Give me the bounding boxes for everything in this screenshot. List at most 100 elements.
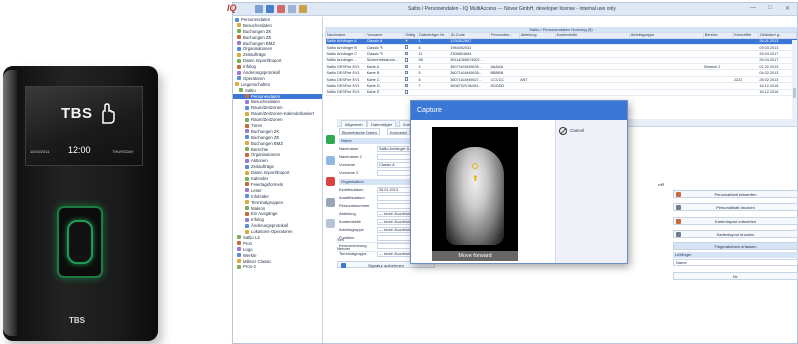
valid-checkbox[interactable]	[404, 90, 409, 94]
tree-item-icon	[245, 182, 249, 187]
table-icon[interactable]	[288, 5, 296, 13]
table-row[interactable]: Saltio DESFire EV1 Karte E 16.12.2016	[325, 89, 797, 97]
print-icon[interactable]	[326, 198, 335, 207]
close-button[interactable]: ✕	[785, 5, 790, 12]
valid-checkbox[interactable]	[404, 51, 409, 56]
tree-item-icon	[235, 17, 239, 22]
capture-message: Move forward	[432, 251, 518, 261]
tree-item-label: Infofelder	[251, 193, 269, 199]
edit-icon[interactable]	[299, 5, 307, 13]
finger-number-button[interactable]: Nr.	[673, 272, 798, 280]
table-cell: 16.12.2016	[758, 89, 797, 97]
valid-checkbox[interactable]	[404, 58, 409, 62]
help-icon[interactable]	[266, 5, 274, 13]
scrollbar-thumb[interactable]	[793, 88, 796, 98]
tree-item-icon	[237, 58, 241, 63]
tree-item-icon	[245, 211, 249, 216]
table-cell: Karte E	[365, 89, 404, 97]
signature-info-icon	[341, 263, 346, 268]
tree-item-icon	[245, 99, 249, 104]
tree-item-icon	[237, 46, 241, 51]
capture-dialog: Capture Cancel ⬆ Move forward	[410, 100, 628, 264]
tree-item-label: Organisationen	[243, 46, 273, 52]
table-cell: Saltio DESFire EV1	[325, 89, 366, 97]
field-label: Arbeitsgruppe	[339, 227, 364, 232]
field-label: Kostenstelle	[339, 219, 361, 224]
more-icon[interactable]	[326, 219, 335, 228]
valid-checkbox[interactable]	[404, 77, 409, 81]
tree-item-label: Werkte	[243, 252, 257, 258]
title-bar: IQ Saltio / Personendaten - IQ MultiAcce…	[227, 3, 797, 16]
field-label: Abteilung	[339, 211, 356, 216]
valid-checkbox[interactable]	[404, 83, 409, 88]
minimize-button[interactable]: —	[750, 5, 756, 11]
valid-checkbox[interactable]	[404, 70, 409, 75]
finger-preview: ⬆ Move forward	[432, 127, 518, 261]
design-card-layout-button[interactable]: Kartenlayout entwerfen	[673, 217, 798, 225]
fingerprint-sensor	[67, 220, 93, 264]
tree-item-label: Personendaten	[241, 17, 271, 22]
column-header[interactable]: Datenträger Nr.	[417, 32, 450, 39]
cancel-button[interactable]: Cancel	[559, 126, 584, 135]
tree-item-icon	[237, 41, 241, 46]
design-personal-sheet-button[interactable]: Personalblatt entwerfen	[673, 190, 798, 198]
tree-item-icon	[237, 235, 241, 240]
tree-item-icon	[245, 176, 249, 181]
maximize-button[interactable]: □	[768, 5, 772, 11]
device-day: THURSDAY	[112, 149, 134, 154]
tree-item-icon	[237, 259, 241, 264]
delete-icon[interactable]	[326, 177, 335, 186]
tree-item-icon	[237, 52, 241, 57]
field-label: Vorname 2	[339, 170, 359, 175]
tree-item-label: Pron	[243, 240, 253, 246]
biometric-data-button[interactable]: Biometrische Daten	[339, 128, 380, 135]
capture-fingerprint-button[interactable]: Fingerabdruck erfassen	[673, 242, 798, 250]
save-check-icon[interactable]	[326, 135, 335, 144]
table-cell	[732, 89, 759, 97]
device-side-bezel	[3, 70, 17, 336]
tree-item-icon	[245, 164, 249, 169]
tree-item-label: Buchungen ZE	[243, 34, 272, 40]
tree-item-label: Saltio L2	[243, 234, 260, 240]
record-action-buttons	[326, 135, 338, 240]
design-card-icon	[676, 219, 681, 224]
kennzahl-button[interactable]: Kennzahl	[387, 128, 410, 135]
tree-item-icon	[245, 105, 249, 110]
tree-item-label: Berechte	[251, 146, 269, 152]
tree-item-icon	[237, 35, 241, 40]
tree-item-icon	[245, 170, 249, 175]
tree-item-label: Buchungen ZK	[243, 28, 272, 34]
close-record-icon[interactable]	[277, 5, 285, 13]
tree-item-label: Makros	[251, 205, 266, 211]
valid-checkbox[interactable]	[404, 64, 409, 68]
tab-datentraeger[interactable]: Datenträger	[367, 120, 397, 127]
design-icon	[676, 192, 681, 197]
move-arrow-icon: ⬆	[472, 174, 479, 183]
tree-item-icon	[245, 111, 249, 116]
print-personal-sheet-label: Personalblatt drucken	[716, 205, 755, 210]
finger-select[interactable]: Name	[673, 259, 798, 266]
back-icon[interactable]	[255, 5, 263, 13]
new-record-icon[interactable]	[326, 156, 335, 165]
right-panel-extra: rdR	[658, 182, 665, 187]
table-cell	[417, 89, 450, 97]
table-cell	[555, 89, 630, 97]
tree-item-label: Aktionen	[251, 158, 268, 164]
tree-item[interactable]: Pron-2	[233, 264, 322, 270]
dialog-sidebar	[555, 120, 627, 263]
print-personal-sheet-button[interactable]: Personalblatt drucken	[673, 203, 798, 211]
print-card-layout-button[interactable]: Kartenlayout drucken	[673, 230, 798, 238]
tree-item-icon	[245, 94, 249, 99]
records-table: Nachname Vorname Gültig Datenträger Nr. ID-C…	[324, 32, 798, 97]
tab-allgemein[interactable]: Allgemein	[341, 120, 367, 127]
tree-item-label: Pron-2	[243, 264, 256, 270]
tree-item-icon	[239, 88, 243, 93]
tree-item-icon	[245, 141, 249, 146]
window-title: Saltio / Personendaten - IQ MultiAccess …	[408, 6, 616, 12]
valid-checkbox[interactable]	[404, 38, 409, 43]
tree-item-label: Logo	[243, 246, 253, 252]
tree-item-label: Infolog	[243, 64, 256, 70]
tree-item-label: Zeitaufträge	[251, 164, 274, 170]
valid-checkbox[interactable]	[404, 45, 409, 49]
grid-vertical-scrollbar[interactable]	[792, 40, 797, 120]
